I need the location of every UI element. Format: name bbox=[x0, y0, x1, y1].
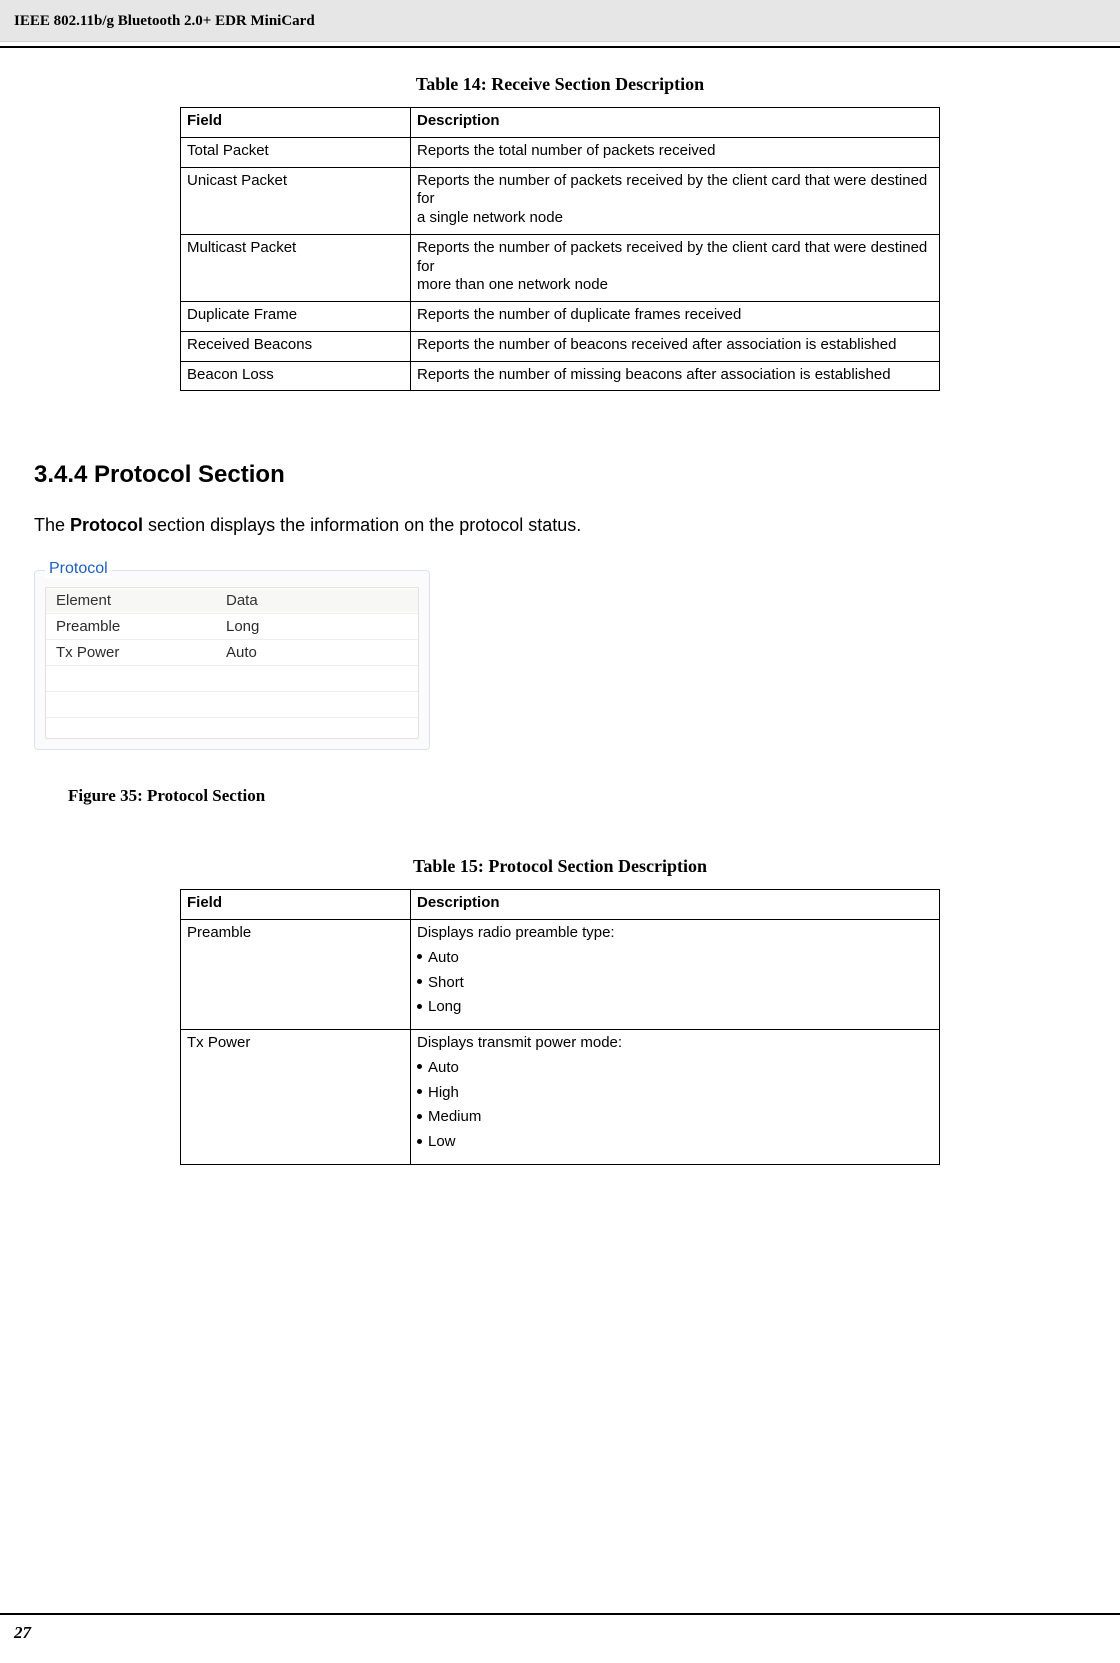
table15-head-description: Description bbox=[411, 890, 940, 920]
bullet-text: Medium bbox=[428, 1108, 481, 1125]
protocol-cell-data: Long bbox=[216, 615, 418, 638]
protocol-cell-element: Preamble bbox=[46, 615, 216, 638]
table-row: Preamble Displays radio preamble type: A… bbox=[181, 920, 940, 1030]
bullet-list: Auto High Medium Low bbox=[417, 1059, 933, 1152]
table14-cell-field: Received Beacons bbox=[181, 331, 411, 361]
table14-head-description: Description bbox=[411, 108, 940, 138]
table14-wrap: Field Description Total Packet Reports t… bbox=[34, 107, 1086, 391]
protocol-cell-empty bbox=[46, 676, 216, 682]
bullet-text: Long bbox=[428, 998, 461, 1015]
table14-cell-field: Unicast Packet bbox=[181, 167, 411, 234]
protocol-cell-empty bbox=[216, 702, 418, 708]
bullet-dot-icon bbox=[417, 1064, 422, 1069]
table15-head-field: Field bbox=[181, 890, 411, 920]
bullet-item: Medium bbox=[417, 1108, 933, 1127]
table15-cell-desc: Displays transmit power mode: Auto High … bbox=[411, 1030, 940, 1165]
section-heading-3-4-4: 3.4.4 Protocol Section bbox=[34, 461, 1086, 489]
table15-wrap: Field Description Preamble Displays radi… bbox=[34, 889, 1086, 1165]
figure35-caption: Figure 35: Protocol Section bbox=[68, 786, 1086, 806]
page: IEEE 802.11b/g Bluetooth 2.0+ EDR MiniCa… bbox=[0, 0, 1120, 1663]
table14-cell-desc: Reports the number of beacons received a… bbox=[411, 331, 940, 361]
table14-cell-desc: Reports the number of packets received b… bbox=[411, 167, 940, 234]
content-area: Table 14: Receive Section Description Fi… bbox=[0, 42, 1120, 1165]
table-header-row: Field Description bbox=[181, 108, 940, 138]
bullet-text: Auto bbox=[428, 949, 459, 966]
list-item: Preamble Long bbox=[46, 614, 418, 640]
table14-cell-desc: Reports the number of missing beacons af… bbox=[411, 361, 940, 391]
bullet-item: Short bbox=[417, 974, 933, 993]
table-row: Multicast Packet Reports the number of p… bbox=[181, 234, 940, 301]
table15-cell-field: Preamble bbox=[181, 920, 411, 1030]
table-header-row: Field Description bbox=[181, 890, 940, 920]
bullet-item: Low bbox=[417, 1133, 933, 1152]
protocol-cell-data: Auto bbox=[216, 641, 418, 664]
table14-head-field: Field bbox=[181, 108, 411, 138]
header-rule bbox=[0, 46, 1120, 48]
bullet-dot-icon bbox=[417, 954, 422, 959]
bullet-text: High bbox=[428, 1084, 459, 1101]
table14: Field Description Total Packet Reports t… bbox=[180, 107, 940, 391]
table-row: Beacon Loss Reports the number of missin… bbox=[181, 361, 940, 391]
bullet-item: Auto bbox=[417, 1059, 933, 1078]
list-item bbox=[46, 666, 418, 692]
body-prefix: The bbox=[34, 515, 70, 535]
table14-caption: Table 14: Receive Section Description bbox=[34, 74, 1086, 95]
table14-cell-field: Duplicate Frame bbox=[181, 302, 411, 332]
table15: Field Description Preamble Displays radi… bbox=[180, 889, 940, 1165]
doc-header-title: IEEE 802.11b/g Bluetooth 2.0+ EDR MiniCa… bbox=[14, 13, 315, 29]
table15-lead: Displays radio preamble type: bbox=[417, 924, 933, 943]
body-strong: Protocol bbox=[70, 515, 143, 535]
body-suffix: section displays the information on the … bbox=[143, 515, 581, 535]
doc-header-bar: IEEE 802.11b/g Bluetooth 2.0+ EDR MiniCa… bbox=[0, 0, 1120, 42]
protocol-cell-element: Tx Power bbox=[46, 641, 216, 664]
page-number: 27 bbox=[14, 1623, 31, 1643]
bullet-item: Auto bbox=[417, 949, 933, 968]
table14-cell-field: Total Packet bbox=[181, 137, 411, 167]
table15-cell-field: Tx Power bbox=[181, 1030, 411, 1165]
protocol-head-data: Data bbox=[216, 589, 418, 612]
table15-cell-desc: Displays radio preamble type: Auto Short… bbox=[411, 920, 940, 1030]
bullet-text: Short bbox=[428, 974, 464, 991]
table-row: Total Packet Reports the total number of… bbox=[181, 137, 940, 167]
section-body-text: The Protocol section displays the inform… bbox=[34, 515, 1086, 536]
protocol-cell-empty bbox=[216, 676, 418, 682]
table15-caption: Table 15: Protocol Section Description bbox=[34, 856, 1086, 877]
footer-rule bbox=[0, 1613, 1120, 1615]
table-row: Tx Power Displays transmit power mode: A… bbox=[181, 1030, 940, 1165]
table14-cell-desc: Reports the number of duplicate frames r… bbox=[411, 302, 940, 332]
bullet-dot-icon bbox=[417, 1114, 422, 1119]
bullet-item: Long bbox=[417, 998, 933, 1017]
protocol-list-header: Element Data bbox=[46, 588, 418, 614]
bullet-dot-icon bbox=[417, 1004, 422, 1009]
bullet-dot-icon bbox=[417, 1139, 422, 1144]
bullet-dot-icon bbox=[417, 1089, 422, 1094]
list-item bbox=[46, 692, 418, 718]
bullet-text: Low bbox=[428, 1133, 456, 1150]
protocol-cell-empty bbox=[46, 702, 216, 708]
table-row: Received Beacons Reports the number of b… bbox=[181, 331, 940, 361]
list-item: Tx Power Auto bbox=[46, 640, 418, 666]
protocol-head-element: Element bbox=[46, 589, 216, 612]
groupbox-legend: Protocol bbox=[45, 560, 112, 578]
bullet-item: High bbox=[417, 1084, 933, 1103]
table-row: Duplicate Frame Reports the number of du… bbox=[181, 302, 940, 332]
table14-cell-desc: Reports the total number of packets rece… bbox=[411, 137, 940, 167]
table14-cell-field: Beacon Loss bbox=[181, 361, 411, 391]
protocol-groupbox: Protocol Element Data Preamble Long Tx P… bbox=[34, 570, 430, 750]
bullet-dot-icon bbox=[417, 979, 422, 984]
protocol-list: Element Data Preamble Long Tx Power Auto bbox=[45, 587, 419, 739]
table14-cell-field: Multicast Packet bbox=[181, 234, 411, 301]
table-row: Unicast Packet Reports the number of pac… bbox=[181, 167, 940, 234]
table15-lead: Displays transmit power mode: bbox=[417, 1034, 933, 1053]
bullet-list: Auto Short Long bbox=[417, 949, 933, 1017]
bullet-text: Auto bbox=[428, 1059, 459, 1076]
table14-cell-desc: Reports the number of packets received b… bbox=[411, 234, 940, 301]
